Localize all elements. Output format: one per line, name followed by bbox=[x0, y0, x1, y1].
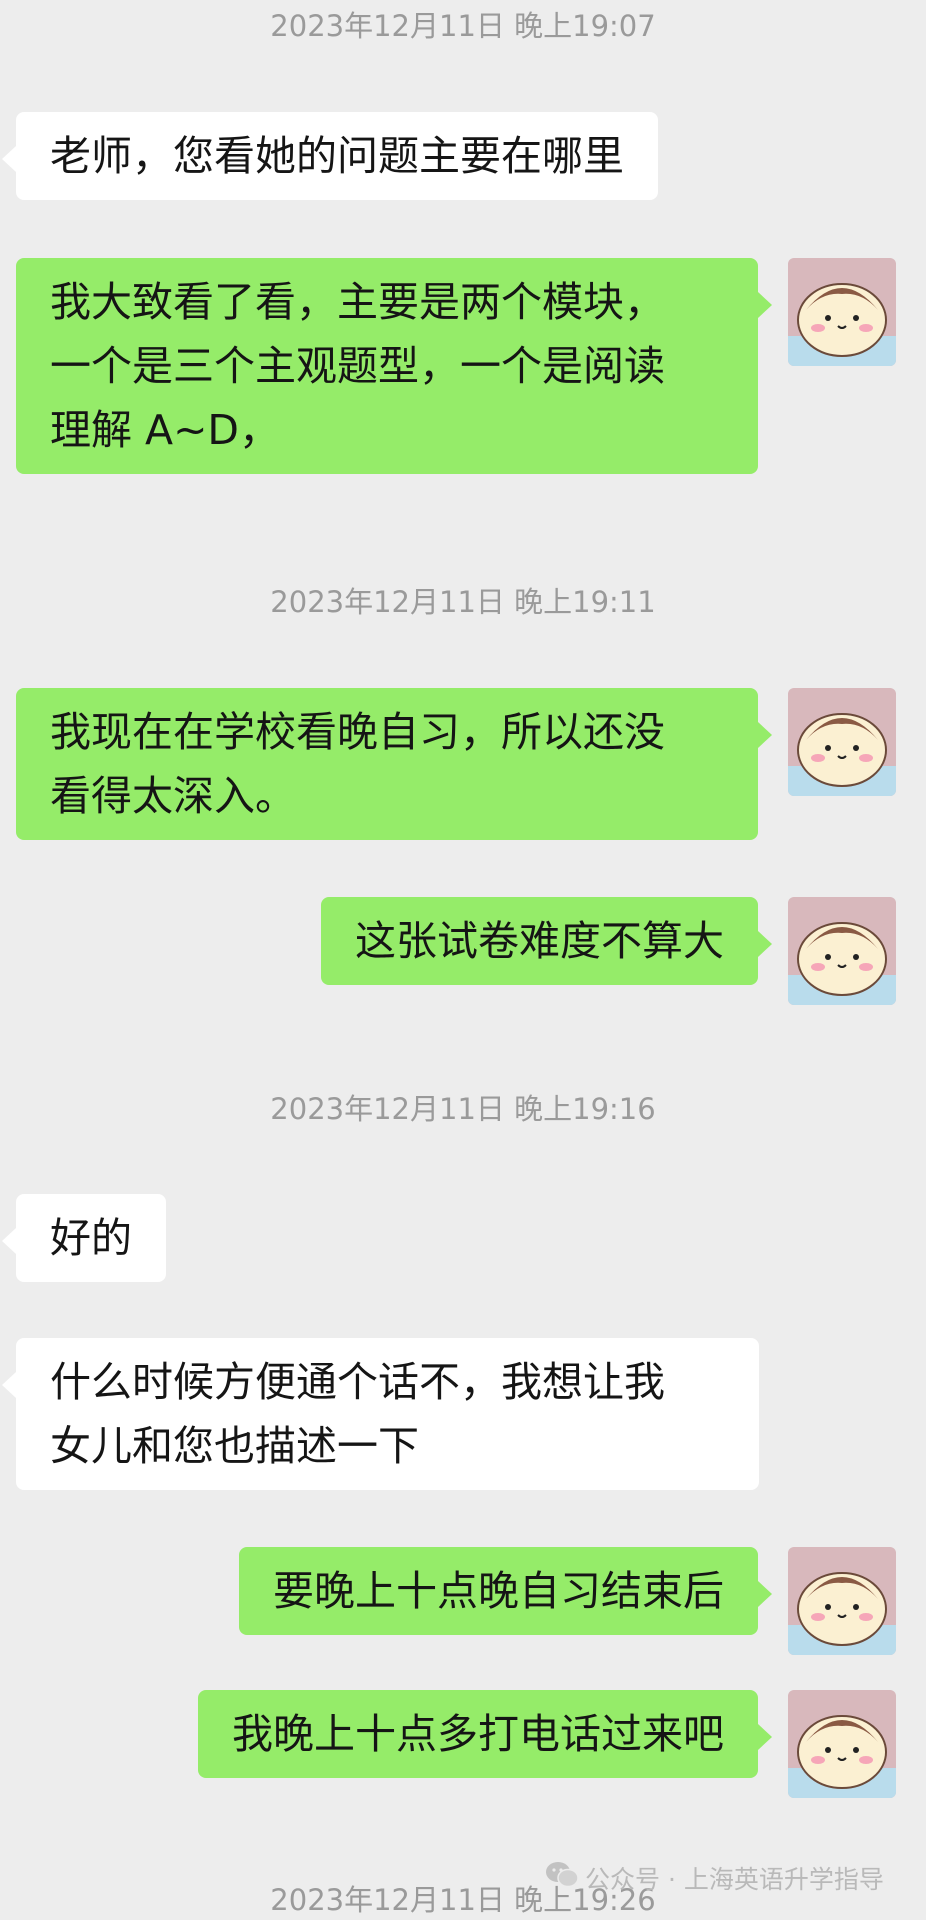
message-bubble-received[interactable]: 好的 bbox=[2, 1194, 166, 1282]
watermark-text: 公众号 · 上海英语升学指导 bbox=[585, 1865, 884, 1894]
message-text: 好的 bbox=[50, 1214, 132, 1262]
hamster-avatar-icon bbox=[788, 1547, 896, 1655]
avatar[interactable] bbox=[788, 258, 896, 366]
message-text: 我现在在学校看晚自习，所以还没 bbox=[50, 708, 665, 756]
message-text: 理解 A~D， bbox=[50, 406, 281, 454]
avatar[interactable] bbox=[788, 1690, 896, 1798]
timestamp: 2023年12月11日 晚上19:16 bbox=[270, 1092, 656, 1126]
hamster-avatar-icon bbox=[788, 688, 896, 796]
message-bubble-sent[interactable]: 我大致看了看，主要是两个模块， 一个是三个主观题型，一个是阅读 理解 A~D， bbox=[16, 258, 772, 474]
hamster-avatar-icon bbox=[788, 258, 896, 366]
message-text: 看得太深入。 bbox=[50, 772, 296, 820]
message-text: 什么时候方便通个话不，我想让我 bbox=[50, 1358, 665, 1406]
timestamp: 2023年12月11日 晚上19:11 bbox=[270, 585, 656, 619]
message-text: 这张试卷难度不算大 bbox=[355, 917, 724, 965]
watermark: 公众号 · 上海英语升学指导 bbox=[545, 1860, 884, 1900]
message-bubble-sent[interactable]: 我现在在学校看晚自习，所以还没 看得太深入。 bbox=[16, 688, 772, 840]
message-text: 女儿和您也描述一下 bbox=[50, 1422, 419, 1470]
wechat-icon bbox=[545, 1861, 579, 1901]
avatar[interactable] bbox=[788, 1547, 896, 1655]
hamster-avatar-icon bbox=[788, 1690, 896, 1798]
avatar[interactable] bbox=[788, 897, 896, 1005]
message-bubble-received[interactable]: 老师，您看她的问题主要在哪里 bbox=[2, 112, 658, 200]
hamster-avatar-icon bbox=[788, 897, 896, 1005]
message-text: 我大致看了看，主要是两个模块， bbox=[50, 278, 665, 326]
message-bubble-received[interactable]: 什么时候方便通个话不，我想让我 女儿和您也描述一下 bbox=[2, 1338, 759, 1490]
message-bubble-sent[interactable]: 我晚上十点多打电话过来吧 bbox=[198, 1690, 772, 1778]
timestamp: 2023年12月11日 晚上19:07 bbox=[270, 9, 656, 43]
message-text: 我晚上十点多打电话过来吧 bbox=[232, 1710, 724, 1758]
message-text: 老师，您看她的问题主要在哪里 bbox=[50, 132, 624, 180]
message-text: 一个是三个主观题型，一个是阅读 bbox=[50, 342, 665, 390]
message-bubble-sent[interactable]: 这张试卷难度不算大 bbox=[321, 897, 772, 985]
avatar[interactable] bbox=[788, 688, 896, 796]
message-text: 要晚上十点晚自习结束后 bbox=[273, 1567, 724, 1615]
message-bubble-sent[interactable]: 要晚上十点晚自习结束后 bbox=[239, 1547, 772, 1635]
